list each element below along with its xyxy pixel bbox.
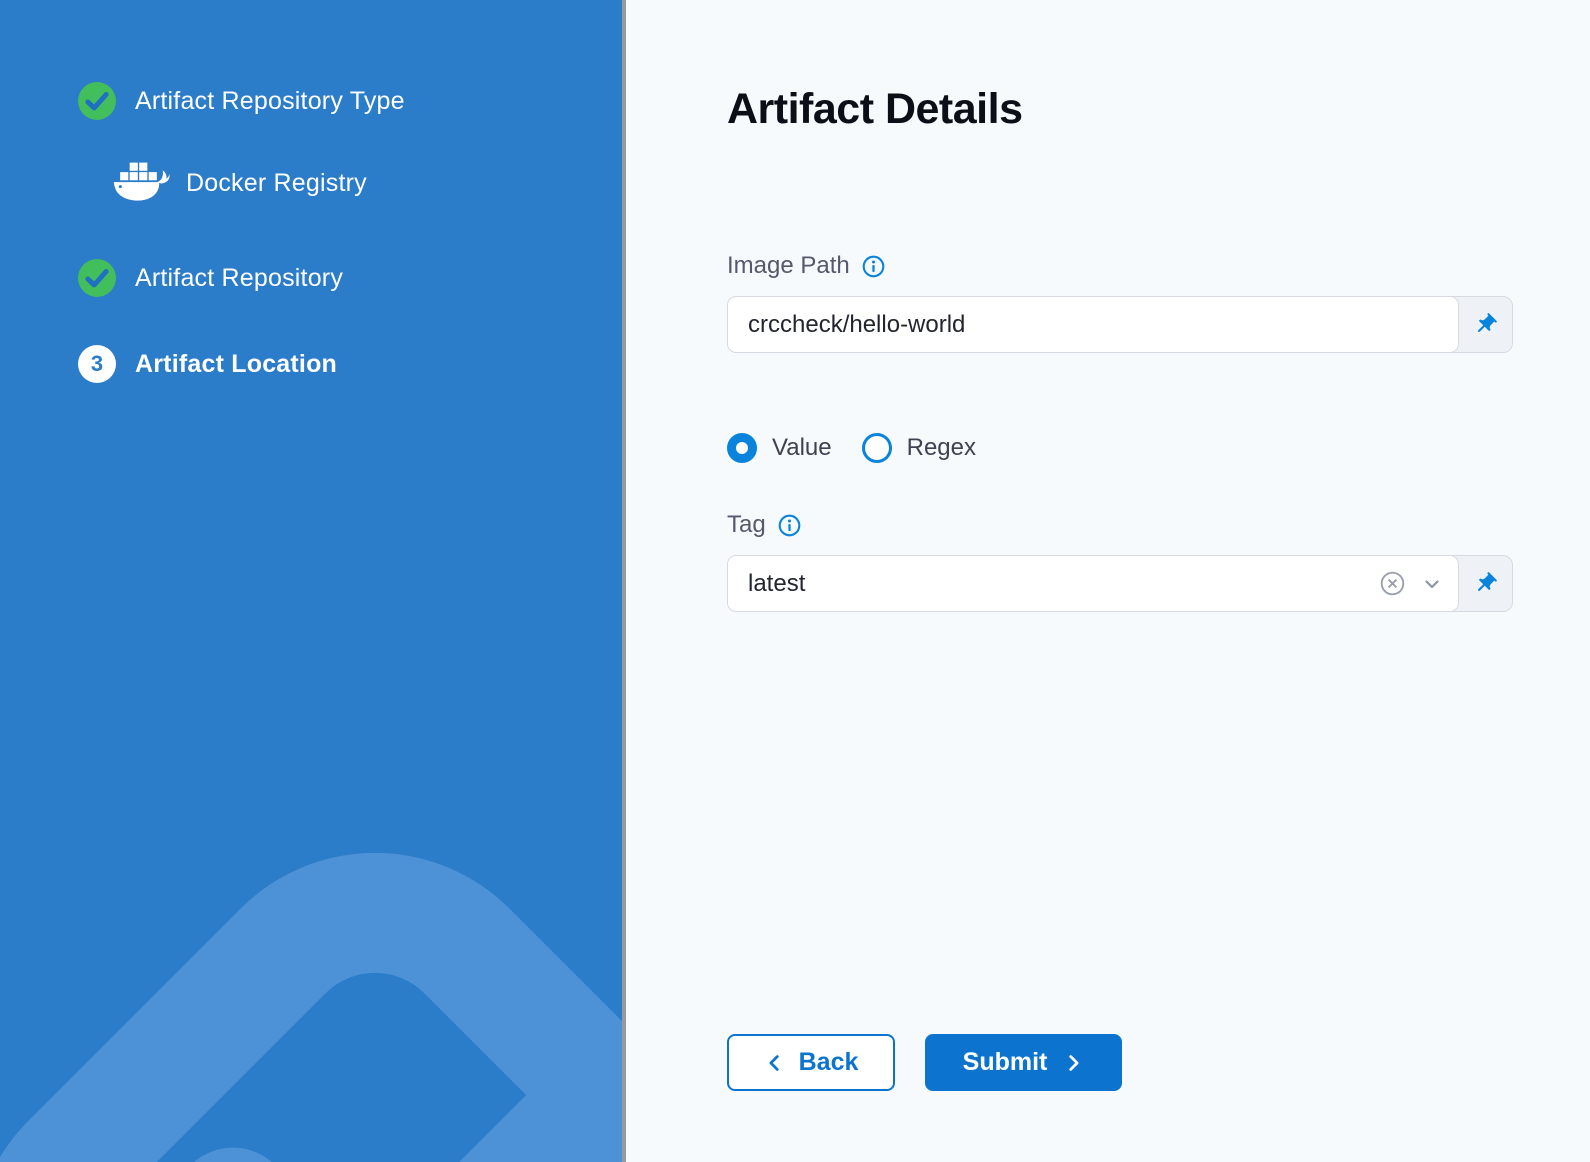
image-path-input-group: [727, 296, 1513, 353]
image-path-field: [727, 296, 1459, 353]
back-button-label: Back: [799, 1048, 859, 1077]
tag-pin-button[interactable]: [1458, 556, 1512, 611]
step-label-current: Artifact Location: [135, 350, 337, 379]
match-type-radio-group: Value Regex: [727, 433, 1513, 463]
step-completed-check-icon: [78, 259, 116, 297]
image-path-label: Image Path: [727, 252, 850, 280]
step-completed-check-icon: [78, 82, 116, 120]
tag-input-group: [727, 555, 1513, 612]
substep-label: Docker Registry: [186, 169, 367, 198]
wizard-steps-sidebar: Artifact Repository Type Docker Registry: [0, 0, 622, 1162]
image-path-label-row: Image Path: [727, 252, 1513, 280]
radio-label: Value: [772, 434, 832, 462]
radio-label: Regex: [907, 434, 976, 462]
harness-logo-watermark: [0, 742, 622, 1162]
artifact-details-panel: Artifact Details Image Path: [626, 0, 1590, 1162]
sidebar-step-artifact-location[interactable]: 3 Artifact Location: [78, 345, 337, 383]
radio-unselected-icon[interactable]: [862, 433, 892, 463]
artifact-wizard-page: Artifact Repository Type Docker Registry: [0, 0, 1590, 1162]
sidebar-step-artifact-repository[interactable]: Artifact Repository: [78, 259, 343, 297]
back-button[interactable]: Back: [727, 1034, 895, 1091]
wizard-actions: Back Submit: [727, 1034, 1513, 1091]
chevron-down-icon[interactable]: [1420, 572, 1444, 596]
submit-button-label: Submit: [963, 1048, 1048, 1077]
tag-combobox-field: [727, 555, 1459, 612]
chevron-right-icon: [1062, 1052, 1084, 1074]
clear-circle-icon[interactable]: [1379, 570, 1406, 597]
radio-option-regex[interactable]: Regex: [862, 433, 976, 463]
tag-input[interactable]: [748, 570, 1371, 598]
image-path-input[interactable]: [748, 311, 1444, 339]
step-label: Artifact Repository: [135, 264, 343, 293]
tag-label: Tag: [727, 511, 766, 539]
page-title: Artifact Details: [727, 84, 1513, 134]
sidebar-substep-docker-registry: Docker Registry: [112, 160, 367, 206]
info-icon[interactable]: [777, 513, 802, 538]
image-path-pin-button[interactable]: [1458, 297, 1512, 352]
submit-button[interactable]: Submit: [925, 1034, 1122, 1091]
radio-option-value[interactable]: Value: [727, 433, 832, 463]
info-icon[interactable]: [861, 254, 886, 279]
tag-field-controls: [1371, 570, 1444, 597]
tag-label-row: Tag: [727, 511, 1513, 539]
radio-selected-icon[interactable]: [727, 433, 757, 463]
chevron-left-icon: [764, 1052, 786, 1074]
sidebar-step-artifact-repository-type[interactable]: Artifact Repository Type: [78, 82, 405, 120]
docker-whale-icon: [112, 160, 170, 206]
step-number-badge: 3: [78, 345, 116, 383]
step-label: Artifact Repository Type: [135, 87, 405, 116]
